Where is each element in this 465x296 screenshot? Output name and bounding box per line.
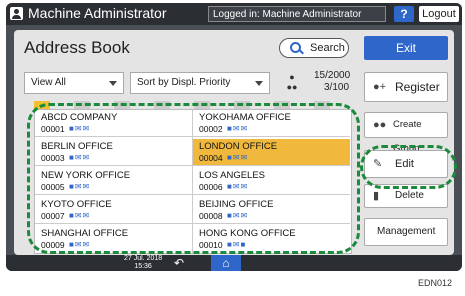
search-button[interactable]: Search	[279, 38, 349, 58]
back-icon[interactable]: ↶	[174, 255, 184, 271]
chevron-down-icon	[109, 81, 117, 86]
user-icon	[10, 7, 23, 20]
create-group-button[interactable]: ●● Create Group	[364, 112, 448, 154]
top-bar: Machine Administrator Logged in: Machine…	[6, 3, 462, 25]
logged-in-status: Logged in: Machine Administrator	[208, 6, 386, 22]
home-icon: ⌂	[222, 256, 230, 270]
view-select[interactable]: View All	[24, 72, 124, 94]
home-button[interactable]: ⌂	[211, 255, 241, 271]
page-title: Address Book	[24, 38, 130, 57]
bottom-bar: 27 Jul. 2018 15:36 ↶ ⌂	[6, 255, 462, 271]
sort-select[interactable]: Sort by Displ. Priority	[130, 72, 270, 94]
search-label: Search	[310, 42, 345, 54]
management-button[interactable]: Management	[364, 218, 448, 246]
entry-count: 15/2000 3/100	[314, 70, 350, 94]
machine-admin-label: Machine Administrator	[28, 5, 167, 21]
date-label: 27 Jul. 2018	[124, 255, 163, 262]
address-book-panel: Address Book Search Exit View All Sort b…	[14, 30, 457, 255]
register-icon: ●+	[373, 81, 387, 93]
edit-highlight-outline	[360, 145, 457, 189]
people-count-icon: ● ●●	[286, 72, 298, 92]
register-label: Register	[395, 80, 440, 94]
sort-select-value: Sort by Displ. Priority	[137, 77, 231, 88]
logout-button[interactable]: Logout	[419, 6, 459, 22]
figure-id: EDN012	[418, 278, 453, 288]
search-icon	[290, 42, 301, 53]
total-count: 15/2000	[314, 70, 351, 81]
group-icon: ●●	[373, 119, 387, 131]
list-highlight-outline	[27, 103, 360, 254]
device-screen: Machine Administrator Logged in: Machine…	[6, 3, 462, 271]
register-button[interactable]: ●+ Register	[364, 72, 448, 102]
exit-button[interactable]: Exit	[364, 36, 448, 60]
time-label: 15:36	[134, 263, 152, 270]
page-count: 3/100	[324, 82, 350, 93]
date-time: 27 Jul. 2018 15:36	[124, 255, 162, 271]
management-label: Management	[377, 226, 436, 237]
help-button[interactable]: ?	[394, 6, 414, 22]
view-select-value: View All	[31, 77, 66, 88]
chevron-down-icon	[255, 81, 263, 86]
